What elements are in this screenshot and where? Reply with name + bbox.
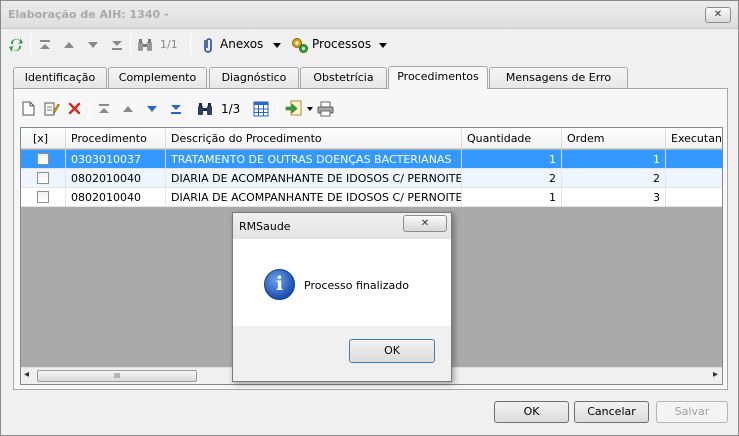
toolbar-separator	[130, 34, 131, 54]
main-toolbar: 1/1 Anexos Processos	[1, 30, 738, 60]
save-button: Salvar	[656, 401, 728, 423]
processos-button[interactable]: Processos	[290, 35, 390, 55]
new-document-icon[interactable]	[22, 101, 35, 116]
paperclip-icon	[204, 38, 212, 53]
row-select-cell	[21, 188, 66, 207]
table-row[interactable]: 0802010040 DIARIA DE ACOMPANHANTE DE IDO…	[21, 188, 722, 207]
dialog-body: i Processo finalizado	[233, 239, 451, 326]
row-checkbox[interactable]	[37, 172, 49, 184]
last-record-icon[interactable]	[170, 103, 182, 115]
descricao-cell: DIARIA DE ACOMPANHANTE DE IDOSOS C/ PERN…	[166, 188, 462, 207]
quantidade-cell: 1	[462, 150, 562, 169]
print-icon[interactable]	[317, 101, 334, 117]
dialog-message: Processo finalizado	[304, 279, 409, 292]
grid-toolbar: 1/3	[20, 97, 720, 121]
scroll-left-arrow[interactable]: ◂	[24, 369, 29, 380]
descricao-cell: DIARIA DE ACOMPANHANTE DE IDOSOS C/ PERN…	[166, 169, 462, 188]
executante-cell	[666, 150, 722, 169]
edit-document-icon[interactable]	[44, 101, 60, 116]
export-icon[interactable]	[285, 100, 303, 117]
dialog-close-button[interactable]: ✕	[403, 215, 447, 232]
cancel-button[interactable]: Cancelar	[574, 401, 649, 423]
column-header-ordem[interactable]: Ordem	[562, 128, 666, 149]
processos-label: Processos	[312, 37, 372, 51]
ordem-cell: 1	[562, 150, 666, 169]
tab-identificacao[interactable]: Identificação	[13, 67, 107, 88]
previous-record-icon[interactable]	[63, 41, 75, 49]
delete-icon[interactable]	[68, 102, 81, 115]
first-record-icon[interactable]	[39, 39, 51, 51]
last-record-icon[interactable]	[111, 39, 123, 51]
tab-obstetricia[interactable]: Obstetrícia	[300, 67, 387, 88]
chevron-down-icon[interactable]	[307, 107, 313, 111]
row-select-cell	[21, 169, 66, 188]
procedimento-cell: 0303010037	[66, 150, 166, 169]
column-header-quantidade[interactable]: Quantidade	[462, 128, 562, 149]
refresh-icon[interactable]	[8, 36, 24, 54]
first-record-icon[interactable]	[98, 103, 110, 115]
procedimento-cell: 0802010040	[66, 188, 166, 207]
scrollbar-thumb[interactable]: III	[37, 370, 197, 382]
title-bar: Elaboração de AIH: 1340 - ✕	[1, 1, 738, 29]
grid-layout-icon[interactable]	[253, 101, 269, 117]
procedimento-cell: 0802010040	[66, 169, 166, 188]
dialog-ok-button[interactable]: OK	[349, 339, 435, 363]
tab-strip: Identificação Complemento Diagnóstico Ob…	[13, 66, 733, 89]
gears-icon	[292, 38, 308, 53]
column-header-descricao[interactable]: Descrição do Procedimento	[166, 128, 462, 149]
scroll-right-arrow[interactable]: ▸	[713, 369, 718, 380]
next-record-icon[interactable]	[87, 41, 99, 49]
column-header-select[interactable]: [x]	[21, 128, 66, 149]
tab-mensagens-de-erro[interactable]: Mensagens de Erro	[489, 67, 628, 88]
window-close-button[interactable]: ✕	[705, 7, 731, 23]
chevron-down-icon	[273, 43, 281, 48]
toolbar-separator	[190, 34, 191, 54]
executante-cell	[666, 169, 722, 188]
binoculars-icon[interactable]	[197, 102, 213, 116]
toolbar-separator	[89, 99, 90, 119]
ordem-cell: 2	[562, 169, 666, 188]
row-checkbox[interactable]	[37, 153, 49, 165]
toolbar-separator	[30, 34, 31, 54]
dialog-title: RMSaude	[239, 220, 291, 233]
toolbar-separator	[277, 99, 278, 119]
column-header-executante[interactable]: Executante	[666, 128, 722, 149]
executante-cell	[666, 188, 722, 207]
chevron-down-icon	[379, 43, 387, 48]
window-title: Elaboração de AIH: 1340 -	[8, 8, 169, 21]
anexos-button[interactable]: Anexos	[199, 35, 285, 55]
tab-procedimentos[interactable]: Procedimentos	[388, 66, 488, 89]
info-icon: i	[264, 269, 295, 300]
next-record-icon[interactable]	[146, 105, 158, 113]
binoculars-icon[interactable]	[137, 38, 153, 52]
tab-diagnostico[interactable]: Diagnóstico	[209, 67, 299, 88]
table-row[interactable]: 0802010040 DIARIA DE ACOMPANHANTE DE IDO…	[21, 169, 722, 188]
quantidade-cell: 2	[462, 169, 562, 188]
grid-header: [x] Procedimento Descrição do Procedimen…	[21, 128, 722, 149]
column-header-procedimento[interactable]: Procedimento	[66, 128, 166, 149]
quantidade-cell: 1	[462, 188, 562, 207]
table-row[interactable]: 0303010037 TRATAMENTO DE OUTRAS DOENÇAS …	[21, 150, 722, 169]
ok-button[interactable]: OK	[494, 401, 569, 423]
message-dialog: RMSaude ✕ i Processo finalizado OK	[232, 212, 452, 382]
dialog-title-bar: RMSaude ✕	[233, 213, 451, 239]
row-select-cell	[21, 150, 66, 169]
anexos-label: Anexos	[220, 37, 264, 51]
ordem-cell: 3	[562, 188, 666, 207]
row-checkbox[interactable]	[37, 191, 49, 203]
tab-complemento[interactable]: Complemento	[108, 67, 207, 88]
record-position: 1/1	[160, 38, 178, 51]
descricao-cell: TRATAMENTO DE OUTRAS DOENÇAS BACTERIANAS	[166, 150, 462, 169]
main-window: Elaboração de AIH: 1340 - ✕ 1/1 Anexos P…	[0, 0, 739, 436]
previous-record-icon[interactable]	[122, 105, 134, 113]
toolbar-separator	[190, 99, 191, 119]
grid-record-position: 1/3	[221, 102, 241, 116]
